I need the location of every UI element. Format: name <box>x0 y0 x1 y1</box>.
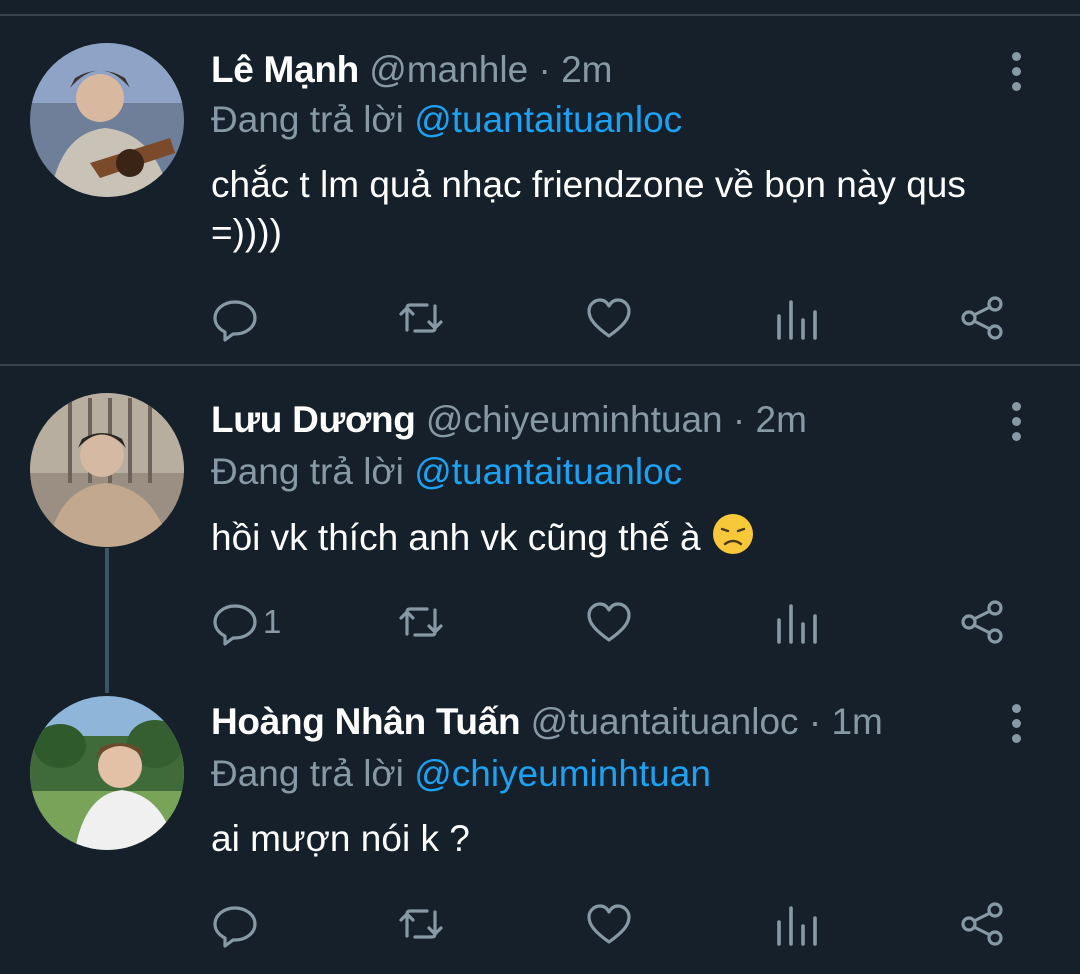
like-button[interactable] <box>585 899 633 949</box>
like-button[interactable] <box>585 293 633 343</box>
like-button[interactable] <box>585 597 633 647</box>
replying-to-handle[interactable]: @chiyeuminhtuan <box>414 753 711 794</box>
analytics-icon <box>777 604 817 644</box>
reply-icon <box>213 906 257 948</box>
separator-dot: · <box>732 399 746 440</box>
display-name[interactable]: Lưu Dương <box>211 399 416 440</box>
share-icon <box>961 902 1003 946</box>
user-handle[interactable]: @tuantaituanloc <box>531 701 799 742</box>
replying-to: Đang trả lời @chiyeuminhtuan <box>211 752 711 796</box>
retweet-button[interactable] <box>397 597 445 647</box>
tweet-actions: 1 <box>211 597 1031 647</box>
retweet-icon <box>399 607 443 637</box>
reply-button[interactable] <box>211 899 263 949</box>
retweet-button[interactable] <box>397 293 445 343</box>
analytics-button[interactable] <box>773 597 821 647</box>
more-vertical-icon[interactable] <box>1004 48 1028 96</box>
more-vertical-icon[interactable] <box>1004 700 1028 748</box>
reply-icon <box>213 604 257 646</box>
share-button[interactable] <box>959 597 1007 647</box>
replying-to-handle[interactable]: @tuantaituanloc <box>414 451 682 492</box>
timestamp[interactable]: 2m <box>756 399 807 440</box>
share-icon <box>961 600 1003 644</box>
share-icon <box>961 296 1003 340</box>
retweet-icon <box>399 303 443 333</box>
tweet-1[interactable]: Lê Mạnh @manhle · 2m Đang trả lời @tuant… <box>0 16 1080 364</box>
analytics-button[interactable] <box>773 293 821 343</box>
tweet-header: Lê Mạnh @manhle · 2m <box>211 48 612 92</box>
tweet-header: Lưu Dương @chiyeuminhtuan · 2m <box>211 398 807 442</box>
heart-icon <box>587 602 631 642</box>
user-handle[interactable]: @chiyeuminhtuan <box>426 399 723 440</box>
analytics-icon <box>777 300 817 340</box>
analytics-button[interactable] <box>773 899 821 949</box>
disappointed-face-emoji <box>712 514 753 554</box>
replying-to-label: Đang trả lời <box>211 99 404 140</box>
tweet-text: hồi vk thích anh vk cũng thế à <box>211 517 701 558</box>
analytics-icon <box>777 906 817 946</box>
avatar[interactable] <box>30 393 184 547</box>
reply-count: 1 <box>263 603 282 640</box>
reply-button[interactable] <box>211 293 263 343</box>
heart-icon <box>587 904 631 944</box>
replying-to-handle[interactable]: @tuantaituanloc <box>414 99 682 140</box>
user-handle[interactable]: @manhle <box>369 49 528 90</box>
replying-to-label: Đang trả lời <box>211 451 404 492</box>
tweet-actions <box>211 899 1031 949</box>
replying-to: Đang trả lời @tuantaituanloc <box>211 450 682 494</box>
retweet-icon <box>399 909 443 939</box>
tweet-header: Hoàng Nhân Tuấn @tuantaituanloc · 1m <box>211 700 883 744</box>
tweet-2[interactable]: Lưu Dương @chiyeuminhtuan · 2m Đang trả … <box>0 366 1080 693</box>
display-name[interactable]: Lê Mạnh <box>211 49 359 90</box>
separator-dot: · <box>808 701 822 742</box>
retweet-button[interactable] <box>397 899 445 949</box>
heart-icon <box>587 298 631 338</box>
share-button[interactable] <box>959 899 1007 949</box>
replying-to-label: Đang trả lời <box>211 753 404 794</box>
thread-connector <box>105 548 109 693</box>
tweet-3[interactable]: Hoàng Nhân Tuấn @tuantaituanloc · 1m Đan… <box>0 686 1080 974</box>
reply-button[interactable]: 1 <box>211 597 281 647</box>
timestamp[interactable]: 2m <box>561 49 612 90</box>
reply-icon <box>213 300 257 342</box>
avatar[interactable] <box>30 696 184 850</box>
tweet-text: chắc t lm quả nhạc friendzone về bọn này… <box>211 164 966 253</box>
timestamp[interactable]: 1m <box>831 701 882 742</box>
display-name[interactable]: Hoàng Nhân Tuấn <box>211 701 521 742</box>
tweet-actions <box>211 293 1031 343</box>
more-vertical-icon[interactable] <box>1004 398 1028 446</box>
replying-to: Đang trả lời @tuantaituanloc <box>211 98 682 142</box>
tweet-text: ai mượn nói k ? <box>211 818 470 859</box>
avatar[interactable] <box>30 43 184 197</box>
separator-dot: · <box>538 49 551 90</box>
tweet-text-container: hồi vk thích anh vk cũng thế à <box>211 512 1011 562</box>
share-button[interactable] <box>959 293 1007 343</box>
